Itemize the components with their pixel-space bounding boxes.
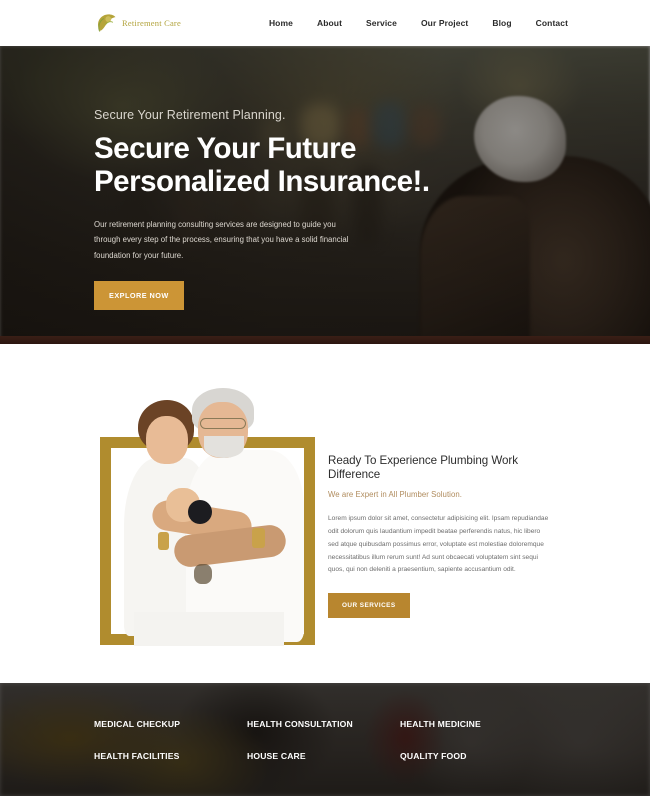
service-item-medical-checkup[interactable]: MEDICAL CHECKUP <box>94 719 247 729</box>
site-header: Retirement Care Home About Service Our P… <box>0 0 650 46</box>
main-navigation: Home About Service Our Project Blog Cont… <box>269 0 568 46</box>
nav-item-contact[interactable]: Contact <box>536 18 568 28</box>
about-paragraph: Lorem ipsum dolor sit amet, consectetur … <box>328 514 549 574</box>
hero-bottom-band <box>0 336 650 344</box>
about-section: Ready To Experience Plumbing Work Differ… <box>0 344 650 683</box>
hero-title: Secure Your Future Personalized Insuranc… <box>94 132 430 199</box>
services-strip: MEDICAL CHECKUP HEALTH CONSULTATION HEAL… <box>0 683 650 796</box>
site-logo[interactable]: Retirement Care <box>94 10 181 36</box>
nav-item-home[interactable]: Home <box>269 18 293 28</box>
logo-text: Retirement Care <box>122 18 181 28</box>
hero-section: Secure Your Retirement Planning. Secure … <box>0 46 650 344</box>
image-watermark-dot <box>188 500 212 524</box>
service-item-health-medicine[interactable]: HEALTH MEDICINE <box>400 719 514 729</box>
nav-item-service[interactable]: Service <box>366 18 397 28</box>
service-item-quality-food[interactable]: QUALITY FOOD <box>400 751 514 761</box>
page-root: Retirement Care Home About Service Our P… <box>0 0 650 796</box>
nav-item-our-project[interactable]: Our Project <box>421 18 468 28</box>
nav-item-about[interactable]: About <box>317 18 342 28</box>
service-item-house-care[interactable]: HOUSE CARE <box>247 751 400 761</box>
hero-eyebrow: Secure Your Retirement Planning. <box>94 108 286 122</box>
about-heading: Ready To Experience Plumbing Work Differ… <box>328 454 518 482</box>
about-couple-image <box>100 384 315 646</box>
about-subheading: We are Expert in All Plumber Solution. <box>328 489 462 499</box>
service-item-health-facilities[interactable]: HEALTH FACILITIES <box>94 751 247 761</box>
hero-description: Our retirement planning consulting servi… <box>94 219 349 260</box>
about-content: Ready To Experience Plumbing Work Differ… <box>328 454 550 619</box>
leaf-care-icon <box>94 10 120 36</box>
service-item-health-consultation[interactable]: HEALTH CONSULTATION <box>247 719 400 729</box>
hero-content: Secure Your Retirement Planning. Secure … <box>94 108 514 311</box>
nav-item-blog[interactable]: Blog <box>492 18 511 28</box>
services-list: MEDICAL CHECKUP HEALTH CONSULTATION HEAL… <box>94 719 514 761</box>
explore-now-button[interactable]: EXPLORE NOW <box>94 281 184 311</box>
our-services-button[interactable]: OUR SERVICES <box>328 593 410 619</box>
